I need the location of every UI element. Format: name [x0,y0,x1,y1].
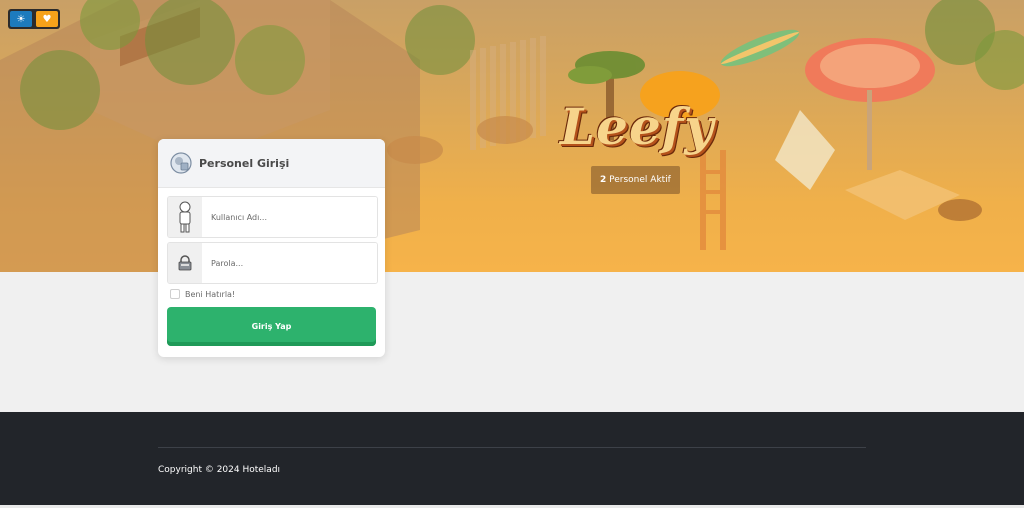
heart-icon[interactable]: ♥ [36,11,58,27]
site-logo[interactable]: Leefy [560,92,713,162]
avatar-icon [168,197,202,237]
hotel-scene-illustration [0,0,1024,272]
password-field [167,242,378,284]
footer: Copyright © 2024 Hoteladı [0,412,1024,505]
lock-icon [168,243,202,283]
remember-checkbox[interactable] [170,289,180,299]
staff-online-label: Personel Aktif [609,175,671,185]
remember-me[interactable]: Beni Hatırla! [170,289,235,299]
staff-login-card: Personel Girişi Beni Hatırla! Giriş Yap [158,139,385,357]
login-card-title: Personel Girişi [199,156,290,170]
footer-copyright: Copyright © 2024 Hoteladı [158,465,281,475]
username-input[interactable] [202,197,377,237]
staff-online-count: 2 [600,175,607,185]
theme-toggle-group: ☀ ♥ [8,9,60,29]
sun-icon[interactable]: ☀ [10,11,32,27]
login-card-header: Personel Girişi [158,139,385,188]
footer-divider [158,447,866,448]
remember-label: Beni Hatırla! [185,289,236,299]
staff-online-badge: 2 Personel Aktif [591,166,680,194]
username-field [167,196,378,238]
staff-badge-icon [170,152,192,174]
login-button[interactable]: Giriş Yap [167,307,376,346]
hero-banner: ☀ ♥ Leefy 2 Personel Aktif [0,0,1024,272]
password-input[interactable] [202,243,377,283]
